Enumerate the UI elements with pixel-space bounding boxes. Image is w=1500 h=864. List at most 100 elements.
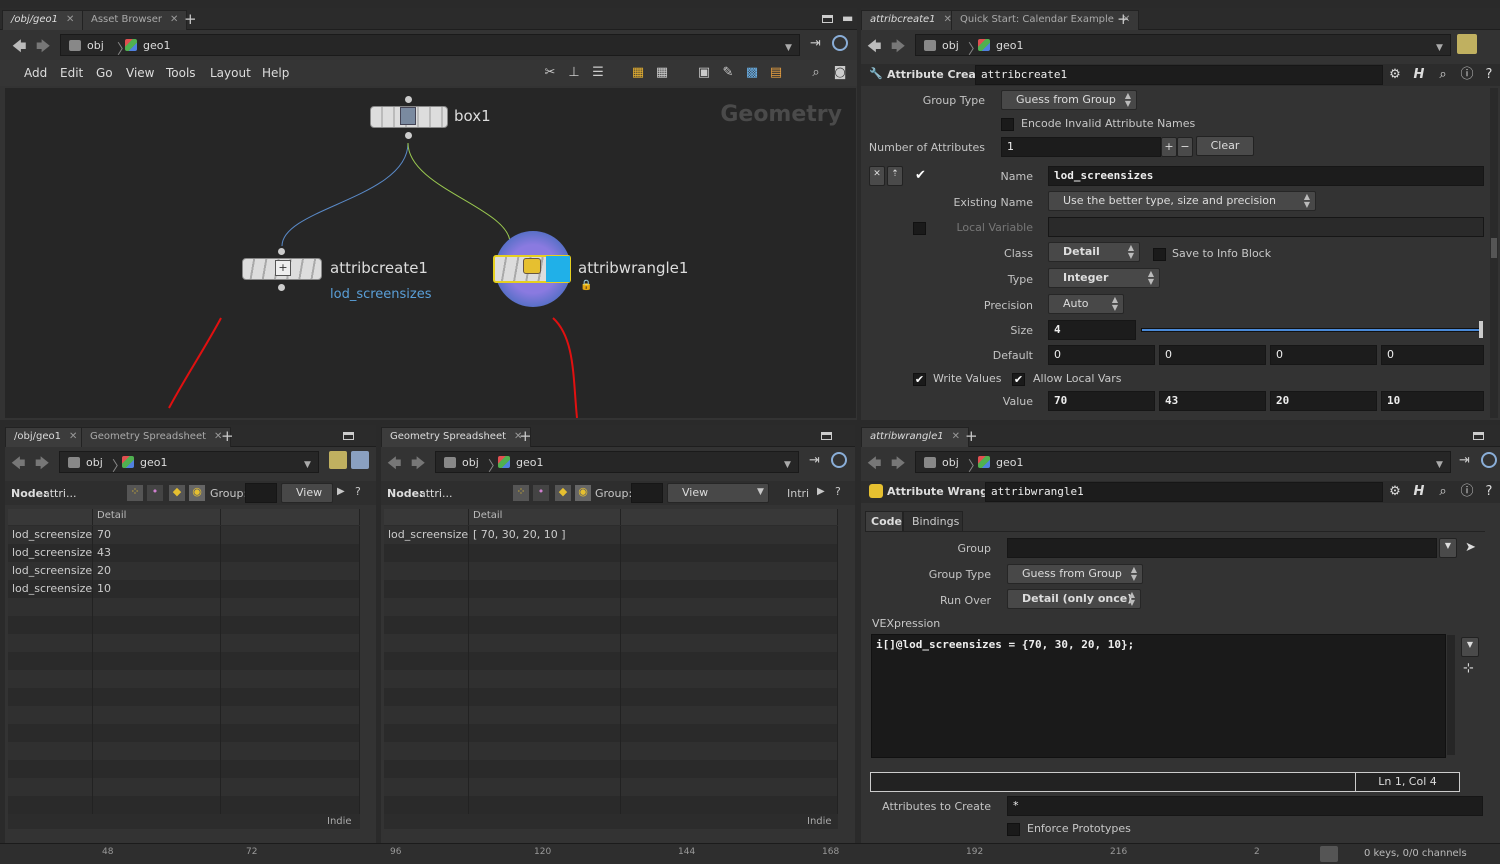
tab-geometry-spreadsheet[interactable]: Geometry Spreadsheet ✕	[81, 427, 232, 447]
chevron-down-icon[interactable]: ▼	[1436, 43, 1443, 53]
table-row[interactable]: lod_screensizes 43	[8, 544, 360, 562]
node-port-icon[interactable]	[405, 96, 412, 103]
existing-name-menu[interactable]: Use the better type, size and precision ▲…	[1048, 191, 1316, 211]
encode-checkbox[interactable]	[1001, 118, 1014, 131]
node-port-icon[interactable]	[405, 132, 412, 139]
node-name[interactable]: attribwrangle1	[578, 259, 688, 277]
scrollbar[interactable]	[1490, 88, 1498, 418]
primitives-icon[interactable]: ◆	[555, 485, 571, 501]
table-row[interactable]	[384, 742, 838, 760]
default-field-1[interactable]: 0	[1159, 345, 1266, 365]
add-tab-icon[interactable]: +	[221, 427, 234, 445]
path-obj[interactable]: obj	[924, 456, 959, 469]
node-name[interactable]: attribcreate1	[330, 259, 428, 277]
type-menu[interactable]: Integer ▲ ▼	[1048, 268, 1160, 288]
table-row[interactable]: lod_screensizes 70	[8, 526, 360, 544]
create-spare-params-icon[interactable]: ⊹	[1463, 661, 1474, 676]
menu-add[interactable]: Add	[24, 66, 47, 80]
network-box-icon[interactable]: ▣	[696, 65, 712, 81]
table-row[interactable]	[8, 706, 360, 724]
scrollbar-thumb[interactable]	[1491, 238, 1497, 258]
table-row[interactable]	[384, 634, 838, 652]
table-row[interactable]	[384, 652, 838, 670]
vertices-icon[interactable]: •	[533, 485, 549, 501]
table-row[interactable]	[8, 598, 360, 616]
add-tab-icon[interactable]: +	[184, 10, 197, 28]
list-icon[interactable]: ☰	[590, 65, 606, 81]
size-field[interactable]: 4	[1048, 320, 1136, 340]
menu-help[interactable]: Help	[262, 66, 289, 80]
table-row[interactable]	[8, 634, 360, 652]
table-row[interactable]	[384, 562, 838, 580]
table-row[interactable]	[384, 778, 838, 796]
add-tab-icon[interactable]: +	[519, 427, 532, 445]
default-field-0[interactable]: 0	[1048, 345, 1155, 365]
help-icon[interactable]: ?	[1481, 484, 1497, 500]
value-field-0[interactable]: 70	[1048, 391, 1155, 411]
forward-icon[interactable]: 🡆	[891, 453, 905, 477]
menu-layout[interactable]: Layout	[210, 66, 251, 80]
vex-code-editor[interactable]: i[]@lod_screensizes = {70, 30, 20, 10};	[871, 634, 1446, 758]
tab-obj-geo1[interactable]: /obj/geo1 ✕	[2, 10, 84, 30]
table-row[interactable]	[384, 724, 838, 742]
lock-icon[interactable]: 🔒	[580, 280, 592, 291]
value-field-3[interactable]: 10	[1381, 391, 1484, 411]
back-icon[interactable]: 🡄	[11, 453, 25, 477]
menu-tools[interactable]: Tools	[166, 66, 196, 80]
menu-go[interactable]: Go	[96, 66, 113, 80]
view-menu[interactable]: View	[667, 483, 769, 503]
table-row[interactable]	[384, 544, 838, 562]
info-icon[interactable]: ⓘ	[1459, 484, 1475, 500]
table-row[interactable]	[384, 688, 838, 706]
snippet-menu-button[interactable]: ▼	[1461, 637, 1479, 657]
palette-icon[interactable]: ▦	[630, 65, 646, 81]
value-field-2[interactable]: 20	[1270, 391, 1377, 411]
help-icon[interactable]: ?	[835, 485, 841, 498]
tab-attribcreate1[interactable]: attribcreate1 ✕	[861, 10, 961, 30]
table-row[interactable]	[384, 598, 838, 616]
table-row[interactable]	[384, 760, 838, 778]
class-menu[interactable]: Detail ▲ ▼	[1048, 242, 1140, 262]
help-h-icon[interactable]: H	[1411, 67, 1427, 83]
path-obj[interactable]: obj	[69, 39, 104, 52]
path-obj[interactable]: obj	[444, 456, 479, 469]
node-port-icon[interactable]	[278, 284, 285, 291]
table-row[interactable]	[8, 778, 360, 796]
points-icon[interactable]: ⁘	[513, 485, 529, 501]
tab-quick-start[interactable]: Quick Start: Calendar Example ✕	[951, 10, 1140, 30]
detail-icon[interactable]: ◉	[575, 485, 591, 501]
view-menu[interactable]: View	[281, 483, 333, 503]
attributes-to-create-field[interactable]: *	[1007, 796, 1483, 816]
precision-menu[interactable]: Auto ▲ ▼	[1048, 294, 1124, 314]
lock-icon[interactable]	[1320, 846, 1338, 862]
tab-obj-geo1[interactable]: /obj/geo1 ✕	[5, 427, 87, 447]
table-row[interactable]	[8, 652, 360, 670]
image-icon[interactable]: ▩	[744, 65, 760, 81]
pin-icon[interactable]: ⇥	[810, 36, 821, 51]
table-row[interactable]: lod_screensizes 20	[8, 562, 360, 580]
table-row[interactable]	[8, 742, 360, 760]
link-icon[interactable]	[832, 35, 848, 51]
play-icon[interactable]: ▶	[337, 486, 345, 497]
pin-icon[interactable]	[1457, 34, 1477, 54]
chevron-down-icon[interactable]: ▼	[1436, 460, 1443, 470]
close-icon[interactable]: ✕	[66, 14, 74, 25]
group-type-menu[interactable]: Guess from Group ▲ ▼	[1001, 90, 1137, 110]
path-geo1[interactable]: geo1	[978, 456, 1023, 469]
add-tab-icon[interactable]: +	[965, 427, 978, 445]
node-port-icon[interactable]	[278, 248, 285, 255]
remove-multiparm-button[interactable]: −	[1177, 137, 1193, 157]
chevron-down-icon[interactable]: ▼	[757, 487, 764, 497]
help-icon[interactable]: ?	[355, 485, 361, 498]
table-row[interactable]	[384, 580, 838, 598]
close-icon[interactable]: ✕	[69, 431, 77, 442]
table-row[interactable]: lod_screensizes 10	[8, 580, 360, 598]
gear-icon[interactable]: ⚙	[1387, 484, 1403, 500]
link-icon[interactable]	[351, 451, 369, 469]
path-bar[interactable]: obj 〉 geo1 ▼	[915, 451, 1451, 475]
back-icon[interactable]: 🡄	[387, 453, 401, 477]
node-name-field[interactable]: attribcreate1	[975, 65, 1383, 85]
sticky-note-icon[interactable]: ✎	[720, 65, 736, 81]
spreadsheet-grid[interactable]: Detail lod_screensizes 70 lod_screensizes 4…	[8, 509, 360, 829]
detail-icon[interactable]: ◉	[189, 485, 205, 501]
